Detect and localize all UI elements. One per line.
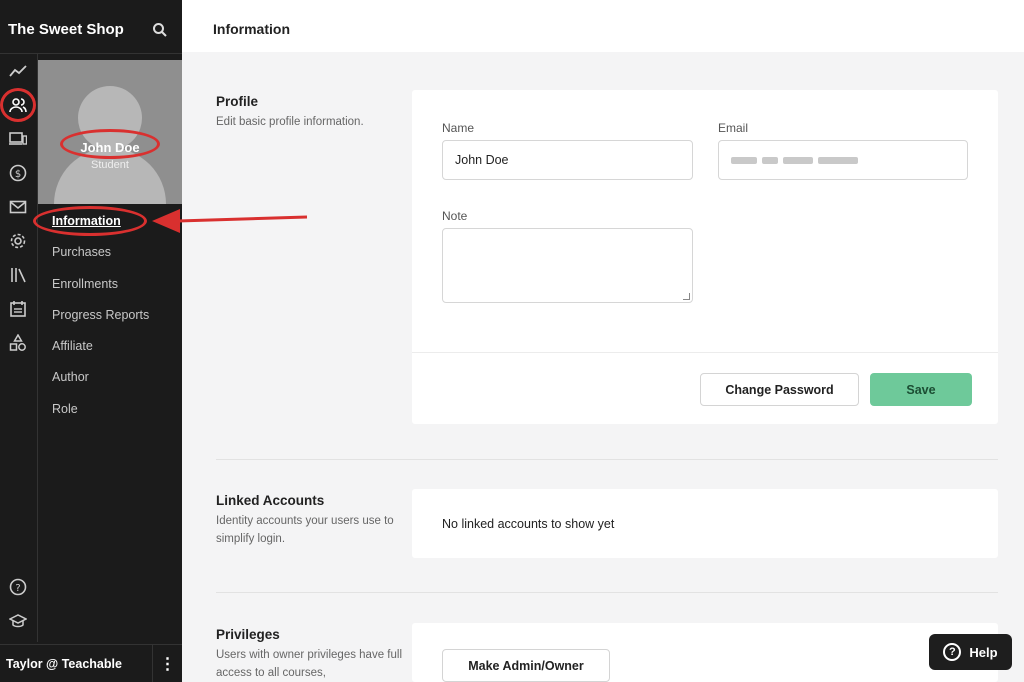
card-divider bbox=[412, 352, 998, 353]
note-textarea[interactable] bbox=[442, 228, 693, 303]
name-label: Name bbox=[442, 121, 475, 135]
section-divider bbox=[216, 592, 998, 593]
page-title: Information bbox=[213, 21, 290, 37]
linked-accounts-title: Linked Accounts bbox=[216, 493, 325, 508]
note-label: Note bbox=[442, 209, 468, 223]
redacted-email bbox=[731, 156, 757, 164]
privileges-description: Users with owner privileges have full ac… bbox=[216, 649, 402, 679]
email-label: Email bbox=[718, 121, 749, 135]
help-label: Help bbox=[969, 644, 998, 660]
shapes-icon[interactable] bbox=[7, 332, 29, 354]
nav-item-author[interactable]: Author bbox=[38, 362, 182, 393]
devices-icon[interactable] bbox=[7, 128, 29, 150]
linked-accounts-description: Identity accounts your users use to simp… bbox=[216, 515, 394, 545]
make-admin-owner-button[interactable]: Make Admin/Owner bbox=[442, 649, 610, 682]
redacted-email bbox=[762, 156, 778, 164]
redacted-email bbox=[818, 156, 858, 164]
top-bar: Information bbox=[182, 0, 1024, 52]
nav-item-purchases[interactable]: Purchases bbox=[38, 237, 182, 268]
nav-item-progress-reports[interactable]: Progress Reports bbox=[38, 300, 182, 331]
section-divider bbox=[216, 459, 998, 460]
profile-title: Profile bbox=[216, 94, 259, 109]
library-icon[interactable] bbox=[7, 264, 29, 286]
mail-icon[interactable] bbox=[7, 196, 29, 218]
trend-icon[interactable] bbox=[7, 60, 29, 82]
annotation-arrow bbox=[152, 209, 308, 233]
profile-description: Edit basic profile information. bbox=[216, 116, 364, 128]
nav-item-enrollments[interactable]: Enrollments bbox=[38, 269, 182, 300]
graduation-cap-icon[interactable] bbox=[7, 610, 29, 632]
resize-handle-icon[interactable] bbox=[683, 293, 690, 300]
kebab-menu-icon[interactable]: ⋮ bbox=[152, 645, 182, 682]
account-bar[interactable]: Taylor @ Teachable ⋮ bbox=[0, 644, 182, 682]
svg-text:$: $ bbox=[15, 169, 21, 180]
redacted-email bbox=[783, 156, 813, 164]
nav-item-affiliate[interactable]: Affiliate bbox=[38, 331, 182, 362]
school-header: The Sweet Shop bbox=[0, 6, 182, 54]
email-input[interactable] bbox=[718, 140, 968, 180]
school-name[interactable]: The Sweet Shop bbox=[8, 21, 124, 38]
name-input[interactable]: John Doe bbox=[442, 140, 693, 180]
help-button[interactable]: ? Help bbox=[929, 634, 1012, 670]
gear-icon[interactable] bbox=[7, 230, 29, 252]
privileges-title: Privileges bbox=[216, 627, 280, 642]
dollar-icon[interactable]: $ bbox=[7, 162, 29, 184]
annotation-circle-name bbox=[60, 129, 160, 159]
help-circle-icon[interactable]: ? bbox=[7, 576, 29, 598]
svg-text:?: ? bbox=[15, 583, 20, 594]
account-label[interactable]: Taylor @ Teachable bbox=[6, 657, 122, 671]
linked-accounts-card: No linked accounts to show yet bbox=[412, 489, 998, 558]
annotation-circle-information bbox=[33, 206, 147, 236]
help-icon: ? bbox=[943, 643, 962, 661]
linked-accounts-empty-text: No linked accounts to show yet bbox=[442, 517, 615, 531]
save-button[interactable]: Save bbox=[870, 373, 972, 406]
calendar-icon[interactable] bbox=[7, 298, 29, 320]
annotation-circle-users bbox=[0, 88, 36, 122]
icon-rail: $ ? bbox=[0, 54, 38, 642]
nav-item-role[interactable]: Role bbox=[38, 394, 182, 425]
search-icon[interactable] bbox=[152, 22, 168, 38]
change-password-button[interactable]: Change Password bbox=[700, 373, 859, 406]
user-role: Student bbox=[91, 159, 129, 171]
